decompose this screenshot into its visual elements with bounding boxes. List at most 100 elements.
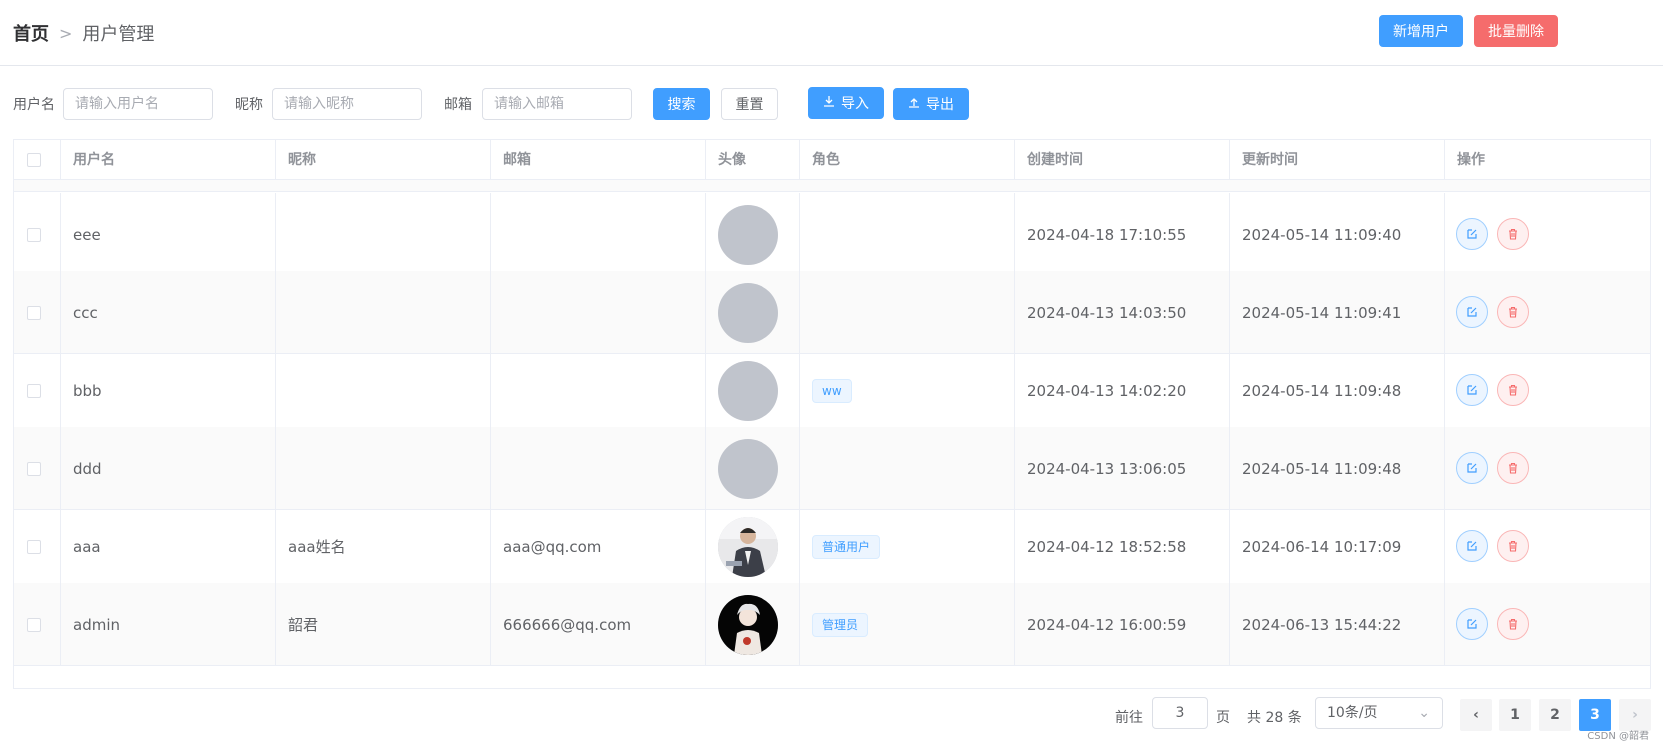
edit-button[interactable] [1456, 296, 1488, 328]
select-all-cell [14, 140, 61, 180]
edit-icon [1467, 541, 1477, 551]
import-button[interactable]: 导入 [808, 87, 884, 119]
email-cell [491, 349, 706, 432]
nickname-filter-label: 昵称 [235, 97, 263, 113]
page-size-value: 10条/页 [1327, 705, 1378, 721]
reset-button[interactable]: 重置 [721, 88, 778, 120]
avatar-cell [706, 349, 800, 432]
page-size-select[interactable]: 10条/页 ⌄ [1315, 697, 1443, 729]
row-checkbox[interactable] [27, 539, 41, 554]
upload-icon [908, 96, 920, 112]
actions-cell [1445, 349, 1558, 432]
select-all-checkbox[interactable] [27, 153, 41, 167]
row-select-cell [14, 349, 61, 432]
row-checkbox[interactable] [27, 461, 41, 476]
updated-time-cell: 2024-06-13 15:44:22 [1230, 583, 1445, 666]
email-filter-input[interactable] [482, 88, 632, 120]
nickname-filter-input[interactable] [272, 88, 422, 120]
edit-button[interactable] [1456, 608, 1488, 640]
delete-button[interactable] [1497, 296, 1529, 328]
add-user-button[interactable]: 新增用户 [1379, 15, 1463, 47]
role-tag: ww [812, 378, 852, 403]
breadcrumb: 首页 > 用户管理 [13, 20, 154, 46]
username-cell: bbb [61, 349, 276, 432]
actions-cell [1445, 583, 1558, 666]
row-select-cell [14, 505, 61, 588]
table-header: 用户名 昵称 邮箱 头像 角色 创建时间 更新时间 操作 [14, 140, 1650, 180]
trash-icon [1509, 618, 1517, 630]
search-button[interactable]: 搜索 [653, 88, 710, 120]
row-select-cell [14, 583, 61, 666]
avatar-cell [706, 193, 800, 276]
email-cell: 666666@qq.com [491, 583, 706, 666]
role-cell [800, 271, 1015, 354]
breadcrumb-home[interactable]: 首页 [13, 20, 49, 46]
row-select-cell [14, 271, 61, 354]
email-cell: aaa@qq.com [491, 505, 706, 588]
column-header-email[interactable]: 邮箱 [491, 140, 706, 180]
nickname-cell: 韶君 [276, 583, 491, 666]
avatar-cell [706, 271, 800, 354]
edit-button[interactable] [1456, 374, 1488, 406]
trash-icon [1509, 228, 1517, 240]
chevron-right-icon: > [59, 23, 73, 43]
chevron-down-icon: ⌄ [1418, 705, 1430, 721]
nickname-cell: aaa姓名 [276, 505, 491, 588]
table-row: ddd 2024-04-13 13:06:05 2024-05-14 11:09… [14, 427, 1650, 510]
pagination-goto-input[interactable]: 3 [1152, 697, 1208, 729]
batch-delete-button[interactable]: 批量删除 [1474, 15, 1558, 47]
pagination-goto-suffix: 页 [1216, 710, 1230, 726]
edit-button[interactable] [1456, 530, 1488, 562]
updated-time-cell: 2024-05-14 11:09:40 [1230, 193, 1445, 276]
page-button-1[interactable]: 1 [1499, 699, 1531, 731]
edit-icon [1467, 307, 1477, 317]
username-filter-input[interactable] [63, 88, 213, 120]
edit-icon [1467, 619, 1477, 629]
chevron-left-icon: ‹ [1473, 707, 1479, 723]
import-button-label: 导入 [841, 96, 869, 112]
breadcrumb-current: 用户管理 [82, 24, 155, 45]
delete-button[interactable] [1497, 218, 1529, 250]
pagination-goto-prefix: 前往 [1115, 710, 1143, 726]
row-checkbox[interactable] [27, 617, 41, 632]
trash-icon [1509, 462, 1517, 474]
row-checkbox[interactable] [27, 305, 41, 320]
avatar-cell [706, 427, 800, 510]
column-header-nickname[interactable]: 昵称 [276, 140, 491, 180]
avatar-placeholder [718, 360, 778, 421]
row-checkbox[interactable] [27, 383, 41, 398]
column-header-updated[interactable]: 更新时间 [1230, 140, 1445, 180]
nickname-cell [276, 193, 491, 276]
created-time-cell: 2024-04-13 14:03:50 [1015, 271, 1230, 354]
column-header-username[interactable]: 用户名 [61, 140, 276, 180]
column-header-avatar[interactable]: 头像 [706, 140, 800, 180]
delete-button[interactable] [1497, 452, 1529, 484]
created-time-cell: 2024-04-18 17:10:55 [1015, 193, 1230, 276]
delete-button[interactable] [1497, 608, 1529, 640]
trash-icon [1509, 306, 1517, 318]
prev-page-button[interactable]: ‹ [1460, 699, 1492, 731]
username-cell: admin [61, 583, 276, 666]
export-button[interactable]: 导出 [893, 88, 969, 120]
export-button-label: 导出 [926, 97, 954, 113]
created-time-cell: 2024-04-12 16:00:59 [1015, 583, 1230, 666]
avatar-cell [706, 505, 800, 588]
email-cell [491, 427, 706, 510]
delete-button[interactable] [1497, 374, 1529, 406]
username-cell: eee [61, 193, 276, 276]
page-header: 首页 > 用户管理 新增用户 批量删除 [0, 0, 1663, 66]
delete-button[interactable] [1497, 530, 1529, 562]
updated-time-cell: 2024-05-14 11:09:48 [1230, 349, 1445, 432]
edit-button[interactable] [1456, 452, 1488, 484]
pagination-total: 共 28 条 [1247, 710, 1302, 726]
email-cell [491, 193, 706, 276]
column-header-role[interactable]: 角色 [800, 140, 1015, 180]
created-time-cell: 2024-04-12 18:52:58 [1015, 505, 1230, 588]
page-button-2[interactable]: 2 [1539, 699, 1571, 731]
edit-button[interactable] [1456, 218, 1488, 250]
column-header-created[interactable]: 创建时间 [1015, 140, 1230, 180]
role-cell: 管理员 [800, 583, 1015, 666]
row-select-cell [14, 427, 61, 510]
role-tag: 普通用户 [812, 534, 881, 559]
row-checkbox[interactable] [27, 227, 41, 242]
